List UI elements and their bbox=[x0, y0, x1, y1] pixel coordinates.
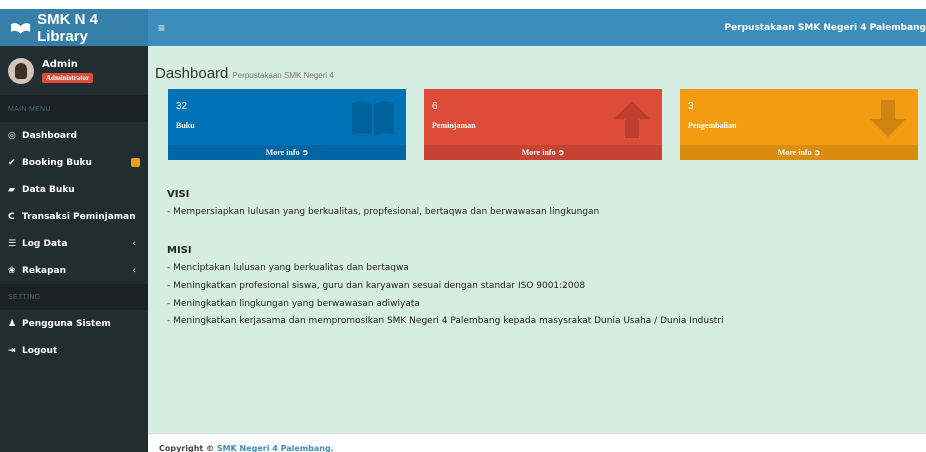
arrow-down-icon bbox=[870, 100, 906, 137]
more-info-label: More info bbox=[265, 148, 300, 157]
sidebar-item-label: Log Data bbox=[22, 238, 68, 249]
sidebar-item-label: Logout bbox=[22, 345, 58, 356]
box-label: Pengembalian bbox=[688, 121, 737, 130]
visi-heading: VISI bbox=[167, 189, 190, 200]
misi-line: - Meningkatkan kerjasama dan mempromosik… bbox=[167, 316, 724, 327]
book-icon: ▰ bbox=[8, 184, 15, 195]
list-icon: ☰ bbox=[8, 238, 17, 249]
dashboard-icon: ◎ bbox=[8, 130, 16, 141]
user-role-badge: Administrator bbox=[42, 72, 94, 83]
visi-section: VISI - Mempersiapkan lulusan yang berkua… bbox=[167, 189, 599, 225]
sidebar-item-label: Rekapan bbox=[22, 265, 67, 276]
sidebar-item-transaksi-peminjaman[interactable]: C Transaksi Peminjaman bbox=[0, 203, 148, 230]
sidebar-item-label: Dashboard bbox=[22, 130, 77, 141]
refresh-icon: C bbox=[8, 211, 15, 222]
arrow-circle-right-icon: ➲ bbox=[813, 148, 821, 157]
sidebar-item-label: Pengguna Sistem bbox=[22, 318, 111, 329]
top-navbar: ≡ Perpustakaan SMK Negeri 4 Palembang bbox=[148, 9, 926, 46]
more-info-label: More info bbox=[521, 148, 556, 157]
misi-section: MISI - Menciptakan lulusan yang berkuali… bbox=[167, 245, 724, 334]
misi-line: - Meningkatkan profesional siswa, guru d… bbox=[167, 280, 586, 291]
more-info-link[interactable]: More info ➲ bbox=[168, 145, 406, 160]
sidebar-item-pengguna-sistem[interactable]: ♟ Pengguna Sistem bbox=[0, 310, 148, 337]
check-icon: ✔ bbox=[8, 157, 16, 168]
sidebar-item-rekapan[interactable]: ❀ Rekapan ‹ bbox=[0, 257, 148, 284]
app-logo[interactable]: SMK N 4 Library bbox=[0, 9, 148, 46]
notification-badge bbox=[131, 158, 140, 167]
arrow-up-icon bbox=[614, 101, 650, 138]
copyright-text: Copyright © bbox=[159, 444, 215, 452]
recap-icon: ❀ bbox=[8, 265, 16, 276]
user-panel: Admin Administrator bbox=[0, 46, 148, 96]
sidebar: SMK N 4 Library Admin Administrator MAIN… bbox=[0, 9, 148, 452]
page-title: Dashboard Perpustakaan SMK Negeri 4 bbox=[155, 65, 334, 82]
sidebar-item-dashboard[interactable]: ◎ Dashboard bbox=[0, 122, 148, 149]
book-open-icon bbox=[10, 22, 31, 34]
box-count: 3 bbox=[688, 101, 694, 112]
setting-header: SETTING bbox=[0, 284, 148, 310]
box-label: Peminjaman bbox=[432, 121, 476, 130]
box-label: Buku bbox=[176, 121, 195, 130]
misi-line: - Meningkatkan lingkungan yang berwawasa… bbox=[167, 298, 420, 309]
box-count: 6 bbox=[432, 101, 438, 112]
main-menu-header: MAIN MENU bbox=[0, 96, 148, 122]
footer-link[interactable]: SMK Negeri 4 Palembang. bbox=[217, 444, 334, 452]
sidebar-item-label: Transaksi Peminjaman bbox=[22, 211, 136, 222]
main-content: Dashboard Perpustakaan SMK Negeri 4 32 Bu… bbox=[148, 46, 926, 433]
header-title: Perpustakaan SMK Negeri 4 Palembang bbox=[724, 22, 926, 33]
user-name: Admin bbox=[42, 58, 78, 70]
arrow-circle-right-icon: ➲ bbox=[557, 148, 565, 157]
logout-icon: ⇥ bbox=[8, 345, 16, 356]
misi-line: - Menciptakan lulusan yang berkualitas d… bbox=[167, 263, 409, 273]
chevron-left-icon: ‹ bbox=[132, 238, 136, 249]
user-icon: ♟ bbox=[8, 318, 17, 329]
more-info-link[interactable]: More info ➲ bbox=[680, 145, 918, 160]
top-strip bbox=[0, 0, 926, 9]
more-info-link[interactable]: More info ➲ bbox=[424, 145, 662, 160]
menu-icon[interactable]: ≡ bbox=[158, 21, 165, 35]
chevron-left-icon: ‹ bbox=[132, 265, 136, 276]
misi-heading: MISI bbox=[167, 245, 192, 256]
sidebar-item-logout[interactable]: ⇥ Logout bbox=[0, 337, 148, 364]
visi-line: - Mempersiapkan lulusan yang berkualitas… bbox=[167, 207, 600, 217]
sidebar-item-data-buku[interactable]: ▰ Data Buku bbox=[0, 176, 148, 203]
box-count: 32 bbox=[176, 101, 188, 112]
arrow-circle-right-icon: ➲ bbox=[301, 148, 309, 157]
more-info-label: More info bbox=[777, 148, 812, 157]
sidebar-item-label: Data Buku bbox=[22, 184, 75, 195]
sidebar-item-label: Booking Buku bbox=[22, 157, 92, 168]
page-footer: Copyright © SMK Negeri 4 Palembang. bbox=[148, 433, 926, 452]
info-box-buku: 32 Buku More info ➲ bbox=[168, 89, 406, 160]
book-icon bbox=[352, 101, 394, 136]
page-subtitle: Perpustakaan SMK Negeri 4 bbox=[232, 71, 334, 80]
sidebar-item-booking-buku[interactable]: ✔ Booking Buku bbox=[0, 149, 148, 176]
info-box-pengembalian: 3 Pengembalian More info ➲ bbox=[680, 89, 918, 160]
info-box-peminjaman: 6 Peminjaman More info ➲ bbox=[424, 89, 662, 160]
page-title-text: Dashboard bbox=[155, 65, 229, 82]
sidebar-item-log-data[interactable]: ☰ Log Data ‹ bbox=[0, 230, 148, 257]
logo-text: SMK N 4 Library bbox=[37, 10, 98, 45]
avatar bbox=[8, 57, 34, 84]
